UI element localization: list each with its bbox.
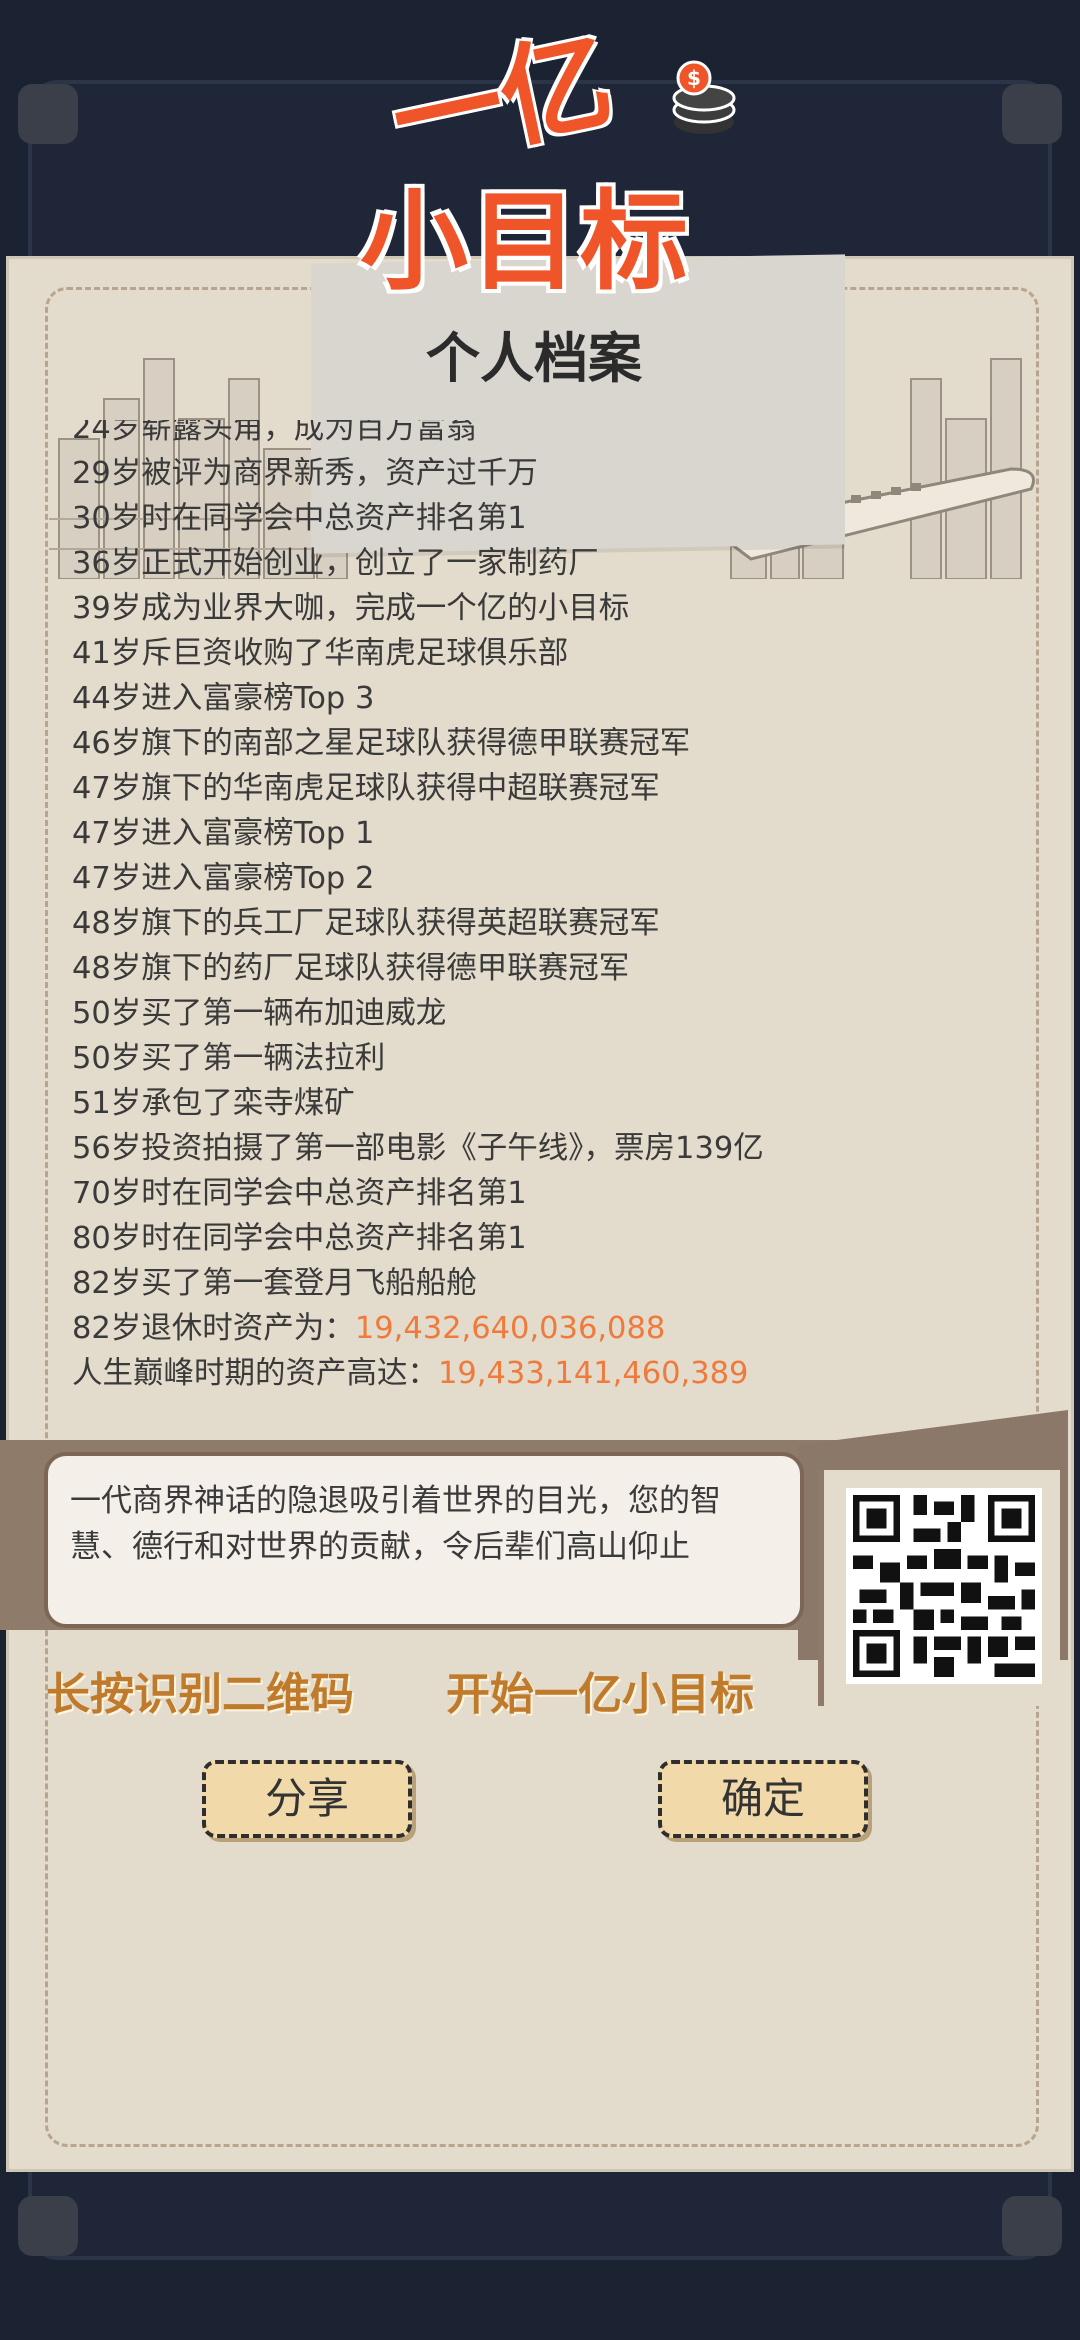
event-item: 50岁买了第一辆法拉利 bbox=[72, 1041, 386, 1076]
frame-corner bbox=[18, 84, 78, 144]
event-item: 44岁进入富豪榜Top 3 bbox=[72, 681, 375, 716]
event-item: 70岁时在同学会中总资产排名第1 bbox=[72, 1176, 527, 1211]
event-item: 80岁时在同学会中总资产排名第1 bbox=[72, 1221, 527, 1256]
event-item: 47岁进入富豪榜Top 1 bbox=[72, 816, 375, 851]
event-item: 30岁时在同学会中总资产排名第1 bbox=[72, 501, 527, 536]
qr-code-icon[interactable] bbox=[846, 1488, 1042, 1684]
event-item: 46岁旗下的南部之星足球队获得德甲联赛冠军 bbox=[72, 726, 691, 761]
event-item: 82岁买了第一套登月飞船船舱 bbox=[72, 1266, 477, 1301]
svg-text:$: $ bbox=[687, 66, 701, 90]
event-item: 47岁进入富豪榜Top 2 bbox=[72, 861, 375, 896]
event-item: 56岁投资拍摄了第一部电影《子午线》，票房139亿 bbox=[72, 1131, 764, 1166]
event-item: 24岁崭露头角，成为百万富翁 bbox=[72, 420, 477, 446]
event-item: 29岁被评为商界新秀，资产过千万 bbox=[72, 456, 538, 491]
event-item: 41岁斥巨资收购了华南虎足球俱乐部 bbox=[72, 636, 569, 671]
page-title: 个人档案 bbox=[426, 327, 642, 390]
logo-text-xiaomubiao: 小目标 bbox=[360, 180, 691, 305]
event-item: 39岁成为业界大咖，完成一个亿的小目标 bbox=[72, 591, 630, 626]
peak-asset-row: 人生巅峰时期的资产高达：19,433,141,460,389 bbox=[72, 1351, 764, 1396]
retire-asset-row-value: 19,432,640,036,088 bbox=[354, 1311, 666, 1346]
peak-asset-row-value: 19,433,141,460,389 bbox=[438, 1356, 749, 1391]
event-item: 48岁旗下的药厂足球队获得德甲联赛冠军 bbox=[72, 951, 630, 986]
coin-stack-icon: $ bbox=[672, 60, 736, 134]
frame-corner bbox=[1002, 84, 1062, 144]
event-item: 47岁旗下的华南虎足球队获得中超联赛冠军 bbox=[72, 771, 660, 806]
message-box: 一代商界神话的隐退吸引着世界的目光，您的智慧、德行和对世界的贡献，令后辈们高山仰… bbox=[44, 1452, 804, 1628]
slogan-scan-qr: 长按识别二维码 bbox=[46, 1669, 354, 1720]
event-item: 51岁承包了栾寺煤矿 bbox=[72, 1086, 355, 1121]
retire-asset-row: 82岁退休时资产为：19,432,640,036,088 bbox=[72, 1306, 764, 1351]
frame-corner bbox=[18, 2196, 78, 2256]
share-button[interactable]: 分享 bbox=[202, 1760, 412, 1838]
event-item: 50岁买了第一辆布加迪威龙 bbox=[72, 996, 447, 1031]
qr-panel bbox=[818, 1470, 1060, 1706]
confirm-button[interactable]: 确定 bbox=[658, 1760, 868, 1838]
event-item: 36岁正式开始创业，创立了一家制药厂 bbox=[72, 546, 599, 581]
slogan-start-game: 开始一亿小目标 bbox=[446, 1669, 754, 1720]
retire-asset-row-label: 82岁退休时资产为： bbox=[72, 1311, 355, 1346]
event-item: 48岁旗下的兵工厂足球队获得英超联赛冠军 bbox=[72, 906, 660, 941]
peak-asset-row-label: 人生巅峰时期的资产高达： bbox=[72, 1356, 438, 1391]
frame-corner bbox=[1002, 2196, 1062, 2256]
